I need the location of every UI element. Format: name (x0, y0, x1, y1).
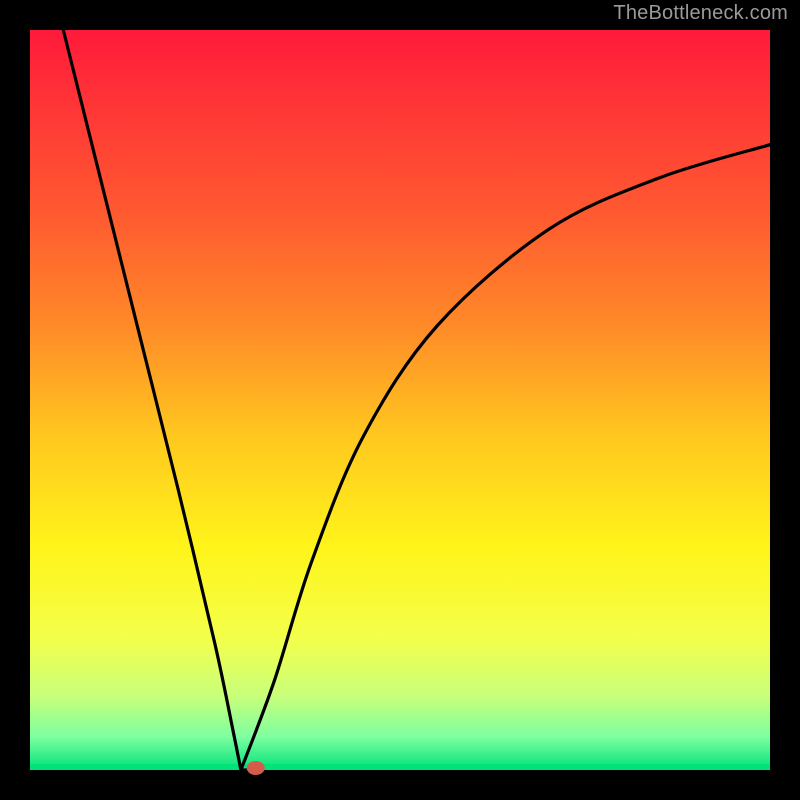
plot-background (30, 30, 770, 770)
attribution-label: TheBottleneck.com (613, 2, 788, 25)
bottleneck-chart (0, 0, 800, 800)
baseline-strip (30, 764, 770, 770)
minimum-marker (247, 761, 265, 775)
chart-frame: TheBottleneck.com (0, 0, 800, 800)
